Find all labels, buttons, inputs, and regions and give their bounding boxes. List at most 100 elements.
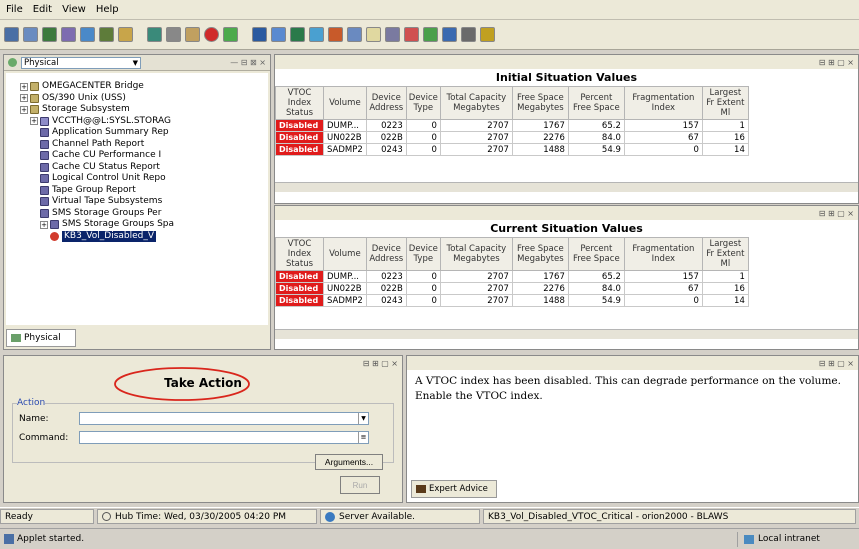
plot-icon[interactable] [309,27,324,42]
column-header[interactable]: Volume [323,86,367,120]
properties-icon[interactable] [23,27,38,42]
browser-icon[interactable] [404,27,419,42]
tree-item[interactable]: + SMS Storage Groups Spa [10,219,264,231]
save-icon[interactable] [4,27,19,42]
chevron-down-icon[interactable]: ▼ [358,413,368,424]
split-icon[interactable] [166,27,181,42]
stop-icon[interactable] [204,27,219,42]
expand-icon[interactable]: + [30,117,38,126]
table-icon[interactable] [347,27,362,42]
tree-item-label: KB3_Vol_Disabled_V [62,230,157,242]
menu-help[interactable]: Help [96,4,119,15]
command-field[interactable]: ≡ [79,431,369,444]
column-header[interactable]: Total Capacity Megabytes [439,237,513,271]
table-row[interactable]: Disabled SADMP2 0243 0 2707 1488 54.9 0 14 [275,143,749,156]
table-cell: 0 [405,294,441,307]
expand-icon[interactable]: + [20,82,28,91]
expand-icon[interactable]: + [20,94,28,103]
panel-controls[interactable]: ⊟ ⊞ ▢ × [275,55,858,69]
expand-icon[interactable]: + [40,220,48,229]
column-header[interactable]: Percent Free Space [567,237,625,271]
tree-item[interactable]: + OS/390 Unix (USS) [10,93,264,105]
column-header[interactable]: VTOC Index Status [275,237,324,271]
tree-item[interactable]: Tape Group Report [10,185,264,197]
expert-advice-tab-label: Expert Advice [429,484,488,494]
report-icon [40,128,49,138]
column-header[interactable]: Device Type [405,237,441,271]
chevron-down-icon[interactable]: ▼ [133,59,140,67]
name-dropdown[interactable]: ▼ [79,412,369,425]
tree-item[interactable]: Virtual Tape Subsystems [10,196,264,208]
navigator-tab[interactable]: Physical [6,329,76,347]
table-row[interactable]: Disabled DUMP... 0223 0 2707 1767 65.2 157 1 [275,119,749,132]
topology-icon[interactable] [461,27,476,42]
tree-item[interactable]: KB3_Vol_Disabled_V [10,230,264,242]
tree-item[interactable]: + VCCTH@@L:SYSL.STORAG [10,116,264,128]
expert-advice-tab[interactable]: Expert Advice [411,480,497,498]
table-row[interactable]: Disabled DUMP... 0223 0 2707 1767 65.2 157 1 [275,270,749,283]
column-header[interactable]: Fragmentation Index [623,237,703,271]
chart-icon[interactable] [252,27,267,42]
history-icon[interactable] [185,27,200,42]
arguments-button[interactable]: Arguments... [315,454,383,470]
table-cell: 1767 [511,119,569,132]
column-header[interactable]: Device Address [365,86,407,120]
column-header[interactable]: VTOC Index Status [275,86,324,120]
terminal-icon[interactable] [442,27,457,42]
menu-edit[interactable]: Edit [33,4,52,15]
column-header[interactable]: Device Address [365,237,407,271]
tree-item[interactable]: + OMEGACENTER Bridge [10,81,264,93]
column-header[interactable]: Fragmentation Index [623,86,703,120]
refresh-icon[interactable] [147,27,162,42]
table-cell: 54.9 [567,143,625,156]
column-header[interactable]: Largest Fr Extent Ml [701,237,749,271]
tree-item[interactable]: + Storage Subsystem [10,104,264,116]
situation-icon[interactable] [223,27,238,42]
column-header[interactable]: Free Space Megabytes [511,237,569,271]
panel-controls[interactable]: ⊟ ⊞ ▢ × [275,206,858,220]
status-cell: Disabled [275,270,324,283]
column-header[interactable]: Largest Fr Extent Ml [701,86,749,120]
horizontal-scrollbar[interactable] [275,182,858,192]
column-header[interactable]: Free Space Megabytes [511,86,569,120]
notepad-icon[interactable] [366,27,381,42]
table-row[interactable]: Disabled UN022B 022B 0 2707 2276 84.0 67 16 [275,282,749,295]
tree-item[interactable]: SMS Storage Groups Per [10,208,264,220]
graph-icon[interactable] [480,27,495,42]
table-cell: 2276 [511,131,569,144]
tree-item[interactable]: Cache CU Status Report [10,162,264,174]
column-header[interactable]: Total Capacity Megabytes [439,86,513,120]
column-header[interactable]: Device Type [405,86,441,120]
action-group: Action Name: ▼ Command: ≡ Arguments... [12,398,394,470]
menu-file[interactable]: File [6,4,23,15]
expand-icon[interactable]: + [20,105,28,114]
message-icon[interactable] [385,27,400,42]
tree-item-label: SMS Storage Groups Spa [62,219,175,229]
query-icon[interactable] [118,27,133,42]
pie-chart-icon[interactable] [328,27,343,42]
horizontal-scrollbar[interactable] [275,329,858,339]
menu-view[interactable]: View [62,4,86,15]
view-selector[interactable]: Physical ▼ [21,56,141,69]
panel-controls[interactable]: — ⊟ ⊠ × [230,58,266,67]
navigate-icon[interactable] [80,27,95,42]
table-row[interactable]: Disabled SADMP2 0243 0 2707 1488 54.9 0 14 [275,294,749,307]
table-cell: 2707 [439,143,513,156]
workspace-icon[interactable] [42,27,57,42]
bar-chart-icon[interactable] [290,27,305,42]
column-header[interactable]: Volume [323,237,367,271]
tree-item[interactable]: Logical Control Unit Repo [10,173,264,185]
run-button[interactable]: Run [340,476,380,494]
tree-item[interactable]: Channel Path Report [10,139,264,151]
table-row[interactable]: Disabled UN022B 022B 0 2707 2276 84.0 67 16 [275,131,749,144]
column-header[interactable]: Percent Free Space [567,86,625,120]
tree-item[interactable]: Application Summary Rep [10,127,264,139]
panel-controls[interactable]: ⊟ ⊞ ▢ × [407,356,858,370]
command-editor-icon[interactable]: ≡ [358,432,368,443]
tree-item[interactable]: Cache CU Performance I [10,150,264,162]
tree-icon[interactable] [61,27,76,42]
gauge-icon[interactable] [271,27,286,42]
status-hub-time: Hub Time: Wed, 03/30/2005 04:20 PM [97,509,317,524]
filter-icon[interactable] [99,27,114,42]
event-icon[interactable] [423,27,438,42]
